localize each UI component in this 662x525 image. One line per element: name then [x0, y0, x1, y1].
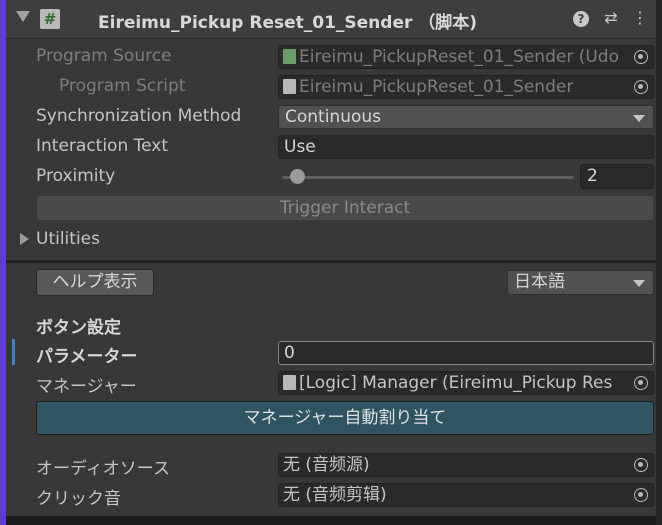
context-menu-icon[interactable]: ⋮ — [630, 8, 650, 28]
dropdown-arrow-icon — [633, 115, 645, 122]
program-source-field: Eireimu_PickupReset_01_Sender (Udo — [278, 45, 654, 69]
object-picker-icon[interactable] — [629, 454, 653, 476]
audio-source-field[interactable]: 无 (音频源) — [278, 453, 654, 477]
program-script-value: Eireimu_PickupReset_01_Sender — [299, 77, 574, 97]
inspector-panel: # Eireimu_Pickup Reset_01_Sender （脚本) ? … — [6, 0, 656, 525]
parameter-input[interactable]: 0 — [278, 341, 654, 365]
presets-icon[interactable]: ⇄ — [601, 8, 621, 28]
object-picker-icon — [629, 76, 653, 98]
utilities-foldout-icon[interactable] — [20, 233, 29, 245]
sync-method-label: Synchronization Method — [36, 106, 242, 126]
sync-method-value: Continuous — [285, 107, 382, 127]
sync-method-dropdown[interactable]: Continuous — [278, 105, 654, 129]
manager-value: [Logic] Manager (Eireimu_Pickup Res — [299, 373, 613, 393]
click-sound-value: 无 (音频剪辑) — [283, 485, 387, 505]
dropdown-arrow-icon — [633, 280, 645, 287]
object-picker-icon[interactable] — [629, 484, 653, 506]
utilities-foldout[interactable]: Utilities — [36, 229, 100, 249]
trigger-interact-button: Trigger Interact — [36, 195, 654, 221]
script-icon: # — [40, 9, 60, 29]
script-asset-icon — [283, 375, 296, 390]
component-title: Eireimu_Pickup Reset_01_Sender （脚本) — [98, 13, 478, 33]
scrollbar-gutter — [656, 0, 662, 525]
proximity-slider-thumb[interactable] — [290, 169, 306, 184]
audio-source-label: オーディオソース — [36, 459, 170, 479]
object-picker-icon[interactable] — [629, 372, 653, 394]
interaction-text-label: Interaction Text — [36, 136, 169, 156]
udon-program-icon — [283, 49, 296, 64]
program-script-label: Program Script — [59, 76, 186, 96]
button-settings-heading: ボタン設定 — [36, 318, 121, 338]
language-value: 日本語 — [514, 272, 565, 292]
field-selected-marker — [12, 339, 15, 365]
script-asset-icon — [283, 79, 296, 94]
click-sound-field[interactable]: 无 (音频剪辑) — [278, 483, 654, 507]
interaction-text-input[interactable]: Use — [278, 135, 654, 159]
click-sound-label: クリック音 — [36, 489, 121, 509]
program-source-label: Program Source — [36, 46, 172, 66]
language-dropdown[interactable]: 日本語 — [507, 270, 654, 295]
help-icon[interactable]: ? — [571, 8, 591, 28]
section-divider — [6, 260, 656, 263]
manager-label: マネージャー — [36, 377, 137, 397]
parameter-label: パラメーター — [36, 347, 138, 367]
component-bottom-edge — [6, 516, 656, 525]
proximity-label: Proximity — [36, 166, 116, 186]
proximity-slider-track[interactable] — [282, 176, 574, 179]
help-display-button[interactable]: ヘルプ表示 — [36, 269, 154, 296]
object-picker-icon — [629, 46, 653, 68]
manager-auto-assign-button[interactable]: マネージャー自動割り当て — [36, 401, 654, 435]
foldout-arrow-icon[interactable] — [16, 11, 30, 22]
manager-field[interactable]: [Logic] Manager (Eireimu_Pickup Res — [278, 371, 654, 395]
program-script-field: Eireimu_PickupReset_01_Sender — [278, 75, 654, 99]
component-header[interactable]: # Eireimu_Pickup Reset_01_Sender （脚本) ? … — [6, 0, 656, 39]
proximity-value-input[interactable]: 2 — [580, 164, 654, 189]
audio-source-value: 无 (音频源) — [283, 455, 370, 475]
program-source-value: Eireimu_PickupReset_01_Sender (Udo — [299, 47, 619, 67]
